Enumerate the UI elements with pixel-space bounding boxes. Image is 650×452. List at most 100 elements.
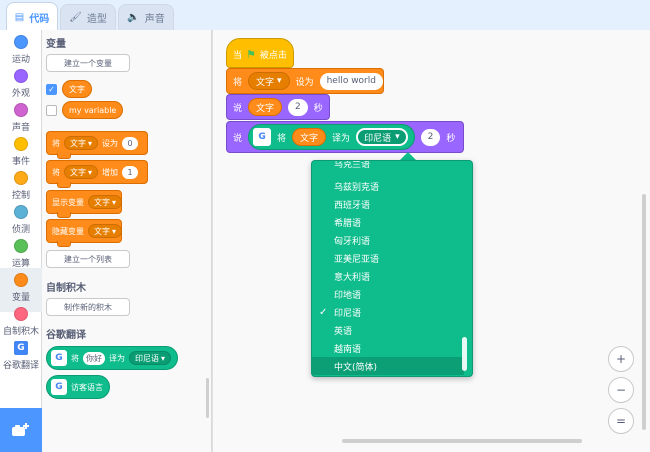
tab-costumes-label: 造型 <box>86 14 107 25</box>
text-variable-reporter[interactable]: 文字 <box>248 98 283 116</box>
speaker-icon: 🔈 <box>127 12 140 23</box>
hide-variable-dropdown[interactable]: 文字 ▾ <box>88 224 123 238</box>
hide-variable-word: 隐藏变量 <box>52 226 84 236</box>
tab-code[interactable]: ▤ 代码 <box>6 2 58 31</box>
translate-language-dropdown[interactable]: 印尼语 ▾ <box>129 351 172 365</box>
when-word: 当 <box>233 51 243 61</box>
language-option[interactable]: 英语 <box>312 321 464 339</box>
translate-reporter[interactable]: G 将 文字 译为 印尼语 ▾ <box>248 124 415 150</box>
language-option[interactable]: 乌兹别克语 <box>312 177 464 195</box>
add-extension-icon <box>12 423 29 436</box>
dropdown-arrow-icon: ▾ <box>277 76 282 86</box>
translate-language: 印尼语 <box>135 353 159 363</box>
motion-dot-icon <box>14 35 28 49</box>
set-variable-dropdown[interactable]: 文字 ▾ <box>64 136 99 150</box>
translate-verb: 译为 <box>109 353 125 363</box>
dropdown-arrow-icon: ▾ <box>161 353 166 363</box>
zoom-in-icon: + <box>615 352 627 366</box>
language-label: 越南语 <box>334 344 362 355</box>
language-option-selected[interactable]: ✓ 印尼语 <box>312 303 464 321</box>
language-option[interactable]: 印地语 <box>312 285 464 303</box>
say-translate-block[interactable]: 说 G 将 文字 译为 印尼语 ▾ 2 秒 <box>226 121 464 153</box>
language-label: 意大利语 <box>334 272 371 283</box>
tab-costumes[interactable]: 🖌 造型 <box>60 4 116 30</box>
my-blocks-dot-icon <box>14 307 28 321</box>
show-variable-word: 显示变量 <box>52 197 84 207</box>
google-translate-icon: G <box>51 350 67 366</box>
hide-variable-block[interactable]: 隐藏变量 文字 ▾ <box>46 219 123 247</box>
tab-sounds-label: 声音 <box>144 14 165 25</box>
language-option[interactable]: 越南语 <box>312 339 464 357</box>
sensing-dot-icon <box>14 205 28 219</box>
show-variable-dropdown[interactable]: 文字 ▾ <box>88 195 123 209</box>
set-word: 将 <box>52 138 60 148</box>
menu-scrollbar[interactable] <box>462 337 467 371</box>
make-block-button[interactable]: 制作新的积木 <box>46 298 130 316</box>
brush-icon: 🖌 <box>69 12 82 23</box>
translate-block[interactable]: G 将 你好 译为 印尼语 ▾ <box>46 346 179 370</box>
variables-dot-icon <box>14 273 28 287</box>
dropdown-arrow-icon: ▾ <box>112 197 117 207</box>
language-label: 印地语 <box>334 290 362 301</box>
workspace-vertical-scrollbar[interactable] <box>642 194 646 430</box>
variables-heading: 变量 <box>46 39 66 50</box>
set-variable-block[interactable]: 将 文字 ▾ 设为 hello world <box>226 68 384 94</box>
language-option[interactable]: 亚美尼亚语 <box>312 249 464 267</box>
variable-reporter-my-variable[interactable]: my variable <box>62 101 124 119</box>
when-flag-clicked-block[interactable]: 当 ⚑ 被点击 <box>226 38 294 68</box>
text-variable-reporter[interactable]: 文字 <box>292 128 327 146</box>
set-value-input[interactable]: hello world <box>319 72 383 90</box>
google-translate-heading: 谷歌翻译 <box>46 330 86 341</box>
language-option[interactable]: 意大利语 <box>312 267 464 285</box>
add-extension-button[interactable] <box>0 408 42 452</box>
variable-checkbox-text[interactable]: ✓ <box>46 84 57 95</box>
secs-input[interactable]: 2 <box>420 128 441 146</box>
dropdown-pointer <box>400 152 416 160</box>
secs-input[interactable]: 2 <box>288 98 308 116</box>
change-value-input[interactable]: 1 <box>122 165 139 179</box>
create-list-button[interactable]: 建立一个列表 <box>46 250 130 268</box>
language-label: 印尼语 <box>334 308 362 319</box>
dropdown-arrow-icon: ▾ <box>112 226 117 236</box>
set-variable-dropdown[interactable]: 文字 ▾ <box>248 72 290 90</box>
visitor-language-block[interactable]: G 访客语言 <box>46 375 110 399</box>
show-variable-block[interactable]: 显示变量 文字 ▾ <box>46 190 123 218</box>
variable-reporter-text[interactable]: 文字 <box>62 80 92 98</box>
change-verb: 增加 <box>102 167 119 177</box>
translate-language-dropdown[interactable]: 印尼语 ▾ <box>356 128 408 146</box>
zoom-out-button[interactable]: − <box>608 377 634 403</box>
dropdown-arrow-icon: ▾ <box>88 138 93 148</box>
say-for-secs-block[interactable]: 说 文字 2 秒 <box>226 94 330 120</box>
language-option-highlighted[interactable]: 中文(简体) <box>312 357 464 375</box>
language-label: 希腊语 <box>334 218 362 229</box>
language-option[interactable]: 匈牙利语 <box>312 231 464 249</box>
zoom-in-button[interactable]: + <box>608 346 634 372</box>
palette-scrollbar[interactable] <box>206 378 209 418</box>
language-option[interactable]: 乌克兰语 <box>312 161 464 172</box>
language-option[interactable]: 西班牙语 <box>312 195 464 213</box>
change-variable-dropdown[interactable]: 文字 ▾ <box>64 165 99 179</box>
language-option[interactable]: 希腊语 <box>312 213 464 231</box>
code-icon: ▤ <box>14 11 25 23</box>
create-variable-button[interactable]: 建立一个变量 <box>46 54 130 72</box>
zoom-reset-icon: = <box>615 414 627 428</box>
zoom-reset-button[interactable]: = <box>608 408 634 434</box>
translate-language: 印尼语 <box>364 133 392 144</box>
tab-sounds[interactable]: 🔈 声音 <box>118 4 174 30</box>
language-label: 英语 <box>334 326 353 337</box>
variable-checkbox-my-variable[interactable] <box>46 105 57 116</box>
language-label: 亚美尼亚语 <box>334 254 380 265</box>
change-variable-block[interactable]: 将 文字 ▾ 增加 1 <box>46 160 148 188</box>
category-menu: 运动 外观 声音 事件 控制 侦测 运算 变量 自制积木 G 谷歌翻译 <box>0 30 42 452</box>
workspace-horizontal-scrollbar[interactable] <box>342 439 582 443</box>
set-variable-block[interactable]: 将 文字 ▾ 设为 0 <box>46 131 148 159</box>
google-translate-icon: G <box>253 128 272 146</box>
translate-text-input[interactable]: 你好 <box>83 351 105 365</box>
language-dropdown-menu: 乌克兰语 乌兹别克语 西班牙语 希腊语 匈牙利语 亚美尼亚语 意大利语 印地语 … <box>311 160 473 377</box>
translate-word: 将 <box>71 353 79 363</box>
google-translate-icon: G <box>51 379 67 395</box>
set-value-input[interactable]: 0 <box>122 136 139 150</box>
category-google-translate[interactable]: G 谷歌翻译 <box>0 336 42 380</box>
operators-dot-icon <box>14 239 28 253</box>
set-verb: 设为 <box>295 77 314 88</box>
